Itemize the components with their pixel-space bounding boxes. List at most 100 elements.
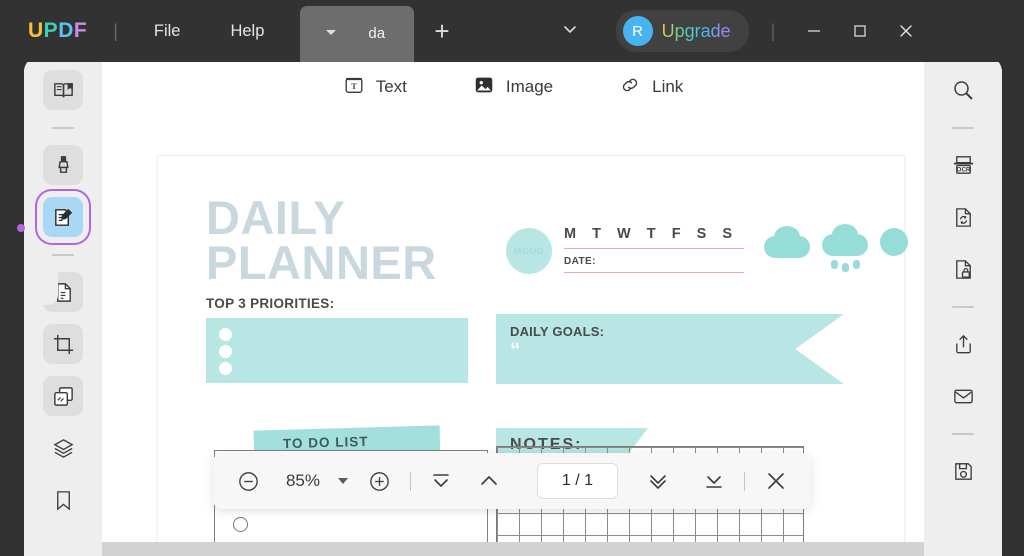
- priority-bullet: [219, 328, 232, 341]
- sidebar-item-layers[interactable]: [43, 428, 83, 468]
- add-image-button[interactable]: Image: [473, 74, 553, 101]
- chevron-down-icon[interactable]: [326, 30, 337, 35]
- sidebar-collapse-notch: [42, 263, 58, 305]
- updf-logo[interactable]: UPDF: [28, 19, 87, 43]
- add-image-label: Image: [505, 77, 554, 96]
- quote-mark-icon: “: [510, 339, 521, 362]
- rain-cloud-icon-top: [832, 224, 858, 246]
- close-icon[interactable]: [883, 11, 929, 51]
- new-tab-button[interactable]: +: [434, 18, 449, 44]
- svg-text:OCR: OCR: [956, 166, 970, 173]
- titlebar-divider: |: [113, 20, 118, 41]
- date-rule: [564, 272, 744, 274]
- sun-icon: [880, 228, 908, 256]
- close-toolbar-icon[interactable]: [758, 462, 793, 500]
- rail-divider-2: [52, 254, 74, 256]
- menu-file[interactable]: File: [140, 16, 195, 47]
- date-label: DATE:: [564, 256, 596, 267]
- tool-ocr[interactable]: OCR: [943, 145, 983, 185]
- zoom-level-value[interactable]: 85%: [282, 471, 324, 491]
- minimize-icon[interactable]: [791, 11, 837, 51]
- chevron-down-icon[interactable]: [337, 478, 348, 484]
- weekday-f: F: [671, 226, 681, 242]
- planner-title-line1: DAILY: [206, 191, 346, 244]
- todo-label: TO DO LIST: [282, 433, 369, 452]
- logo-letter-f: F: [73, 19, 88, 42]
- add-link-label: Link: [652, 77, 684, 96]
- sidebar-item-batch[interactable]: [43, 376, 83, 416]
- add-text-button[interactable]: T Text: [343, 74, 407, 101]
- sidebar-item-bookmark[interactable]: [43, 480, 83, 520]
- right-rail-divider: [952, 127, 974, 129]
- weekday-row: M T W T F S S: [564, 226, 732, 242]
- left-sidebar: [24, 56, 102, 556]
- right-rail-divider-2: [952, 306, 974, 308]
- weekday-t2: T: [646, 226, 656, 242]
- tool-search[interactable]: [943, 70, 983, 110]
- tab-list-chevron-icon[interactable]: [560, 19, 580, 44]
- horizontal-scrollbar[interactable]: [102, 542, 924, 556]
- add-link-button[interactable]: Link: [619, 74, 683, 101]
- raindrop: [831, 260, 838, 269]
- right-sidebar: OCR: [924, 56, 1002, 556]
- add-text-label: Text: [375, 77, 407, 96]
- first-page-icon[interactable]: [424, 462, 459, 500]
- weekday-t1: T: [592, 226, 601, 242]
- cloud-icon-top: [774, 226, 800, 248]
- link-icon: [619, 74, 641, 101]
- last-page-icon[interactable]: [696, 462, 731, 500]
- toolbar-divider: [409, 471, 411, 491]
- zoom-in-icon[interactable]: [362, 462, 397, 500]
- edit-toolbar: T Text Image Link: [102, 56, 924, 118]
- next-page-icon[interactable]: [641, 462, 676, 500]
- maximize-icon[interactable]: [837, 11, 883, 51]
- sidebar-item-highlight[interactable]: [43, 145, 83, 185]
- right-rail-divider-3: [952, 433, 974, 435]
- mood-circle: MOOD: [506, 228, 552, 274]
- document-tab[interactable]: da: [300, 6, 415, 62]
- sidebar-collapse-handle[interactable]: [17, 224, 25, 232]
- priorities-label: TOP 3 PRIORITIES:: [206, 296, 335, 311]
- priorities-box: [206, 318, 468, 383]
- tool-share[interactable]: [943, 324, 983, 364]
- text-box-icon: T: [343, 74, 365, 101]
- titlebar-divider-2: |: [770, 20, 776, 41]
- weekday-m1: M: [564, 226, 577, 242]
- tool-save[interactable]: [943, 451, 983, 491]
- logo-letter-p: P: [43, 19, 59, 42]
- rail-divider: [52, 127, 74, 129]
- planner-title: DAILY PLANNER: [206, 191, 437, 289]
- menu-help[interactable]: Help: [216, 16, 278, 47]
- page-navigation-toolbar: 85% 1 / 1: [213, 453, 811, 509]
- logo-letter-u: U: [28, 19, 44, 42]
- logo-letter-d: D: [58, 19, 74, 42]
- sidebar-item-crop[interactable]: [43, 324, 83, 364]
- priority-bullet: [219, 345, 232, 358]
- prev-page-icon[interactable]: [472, 462, 507, 500]
- page-number-input[interactable]: 1 / 1: [536, 463, 619, 499]
- weekday-s1: S: [696, 226, 707, 242]
- weekday-rule: [564, 248, 744, 250]
- zoom-out-icon[interactable]: [231, 462, 266, 500]
- tab-title: da: [368, 25, 386, 42]
- tool-protect[interactable]: [943, 249, 983, 289]
- sidebar-item-reader[interactable]: [43, 70, 83, 110]
- tool-convert[interactable]: [943, 197, 983, 237]
- tool-email[interactable]: [943, 376, 983, 416]
- window-controls: [791, 11, 929, 51]
- sidebar-item-edit[interactable]: [35, 189, 91, 245]
- upgrade-label: Upgrade: [661, 20, 731, 41]
- svg-text:T: T: [351, 82, 357, 91]
- raindrop: [853, 260, 860, 269]
- weekday-s2: S: [722, 226, 732, 242]
- priority-bullet: [219, 362, 232, 375]
- planner-title-line2: PLANNER: [206, 235, 437, 289]
- title-bar: UPDF | File Help da + R Upgrade |: [0, 0, 1024, 62]
- todo-checkbox[interactable]: [233, 517, 248, 532]
- avatar[interactable]: R: [622, 16, 653, 46]
- daily-goals-label: DAILY GOALS:: [510, 324, 605, 339]
- upgrade-button[interactable]: R Upgrade: [615, 10, 749, 52]
- image-icon: [473, 74, 495, 101]
- toolbar-divider-2: [744, 471, 746, 491]
- weekday-w: W: [617, 226, 631, 242]
